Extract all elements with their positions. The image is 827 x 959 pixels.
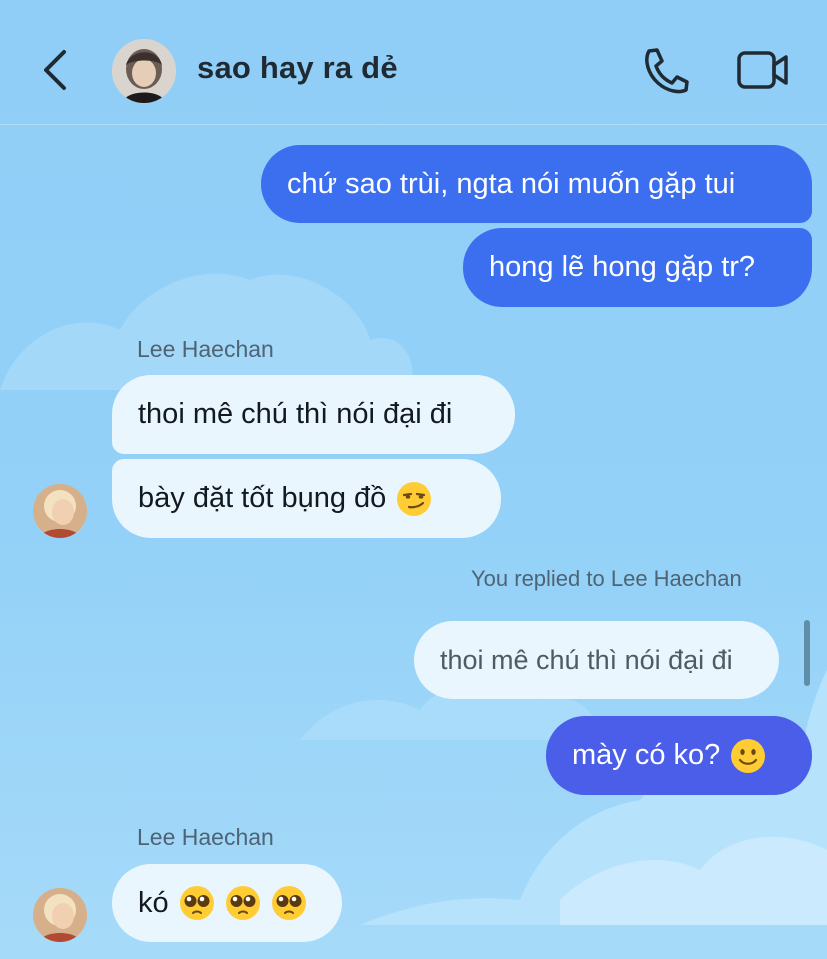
message-text: kó	[138, 886, 169, 919]
profile-photo	[112, 39, 176, 103]
incoming-message[interactable]: thoi mê chú thì nói đại đi	[112, 375, 515, 454]
slight-smile-emoji-icon	[731, 738, 766, 773]
avatar[interactable]	[33, 888, 87, 942]
smirk-emoji-icon	[397, 481, 432, 516]
message-text: hong lẽ hong gặp tr?	[489, 251, 756, 283]
avatar[interactable]	[112, 39, 176, 103]
video-call-button[interactable]	[736, 48, 790, 92]
pleading-face-emoji-icon	[271, 886, 306, 920]
message-text: bày đặt tốt bụng đồ	[138, 482, 387, 514]
quoted-text: thoi mê chú thì nói đại đi	[440, 644, 733, 675]
outgoing-message[interactable]: hong lẽ hong gặp tr?	[463, 228, 812, 307]
reply-context-label: You replied to Lee Haechan	[471, 566, 742, 591]
avatar[interactable]	[33, 484, 87, 538]
profile-photo	[33, 484, 87, 538]
back-button[interactable]	[36, 46, 76, 94]
chat-title[interactable]: sao hay ra dẻ	[197, 50, 398, 86]
quoted-message[interactable]: thoi mê chú thì nói đại đi	[414, 621, 779, 699]
phone-icon	[645, 48, 689, 94]
message-text: thoi mê chú thì nói đại đi	[138, 398, 453, 430]
incoming-message[interactable]: kó	[112, 864, 342, 942]
profile-photo	[33, 888, 87, 942]
chat-header: sao hay ra dẻ	[0, 0, 827, 125]
sender-name: Lee Haechan	[137, 336, 274, 362]
incoming-message[interactable]: bày đặt tốt bụng đồ	[112, 459, 501, 538]
pleading-face-emoji-icon	[225, 886, 260, 920]
pleading-face-emoji-icon	[179, 886, 214, 920]
scrollbar[interactable]	[804, 620, 810, 686]
chevron-left-icon	[44, 50, 66, 90]
outgoing-message[interactable]: mày có ko?	[546, 716, 812, 795]
outgoing-message[interactable]: chứ sao trùi, ngta nói muốn gặp tui	[261, 145, 812, 223]
sender-name: Lee Haechan	[137, 824, 274, 850]
message-text: chứ sao trùi, ngta nói muốn gặp tui	[287, 167, 736, 200]
message-text: mày có ko?	[572, 739, 721, 771]
video-camera-icon	[737, 51, 788, 89]
call-button[interactable]	[640, 46, 690, 94]
